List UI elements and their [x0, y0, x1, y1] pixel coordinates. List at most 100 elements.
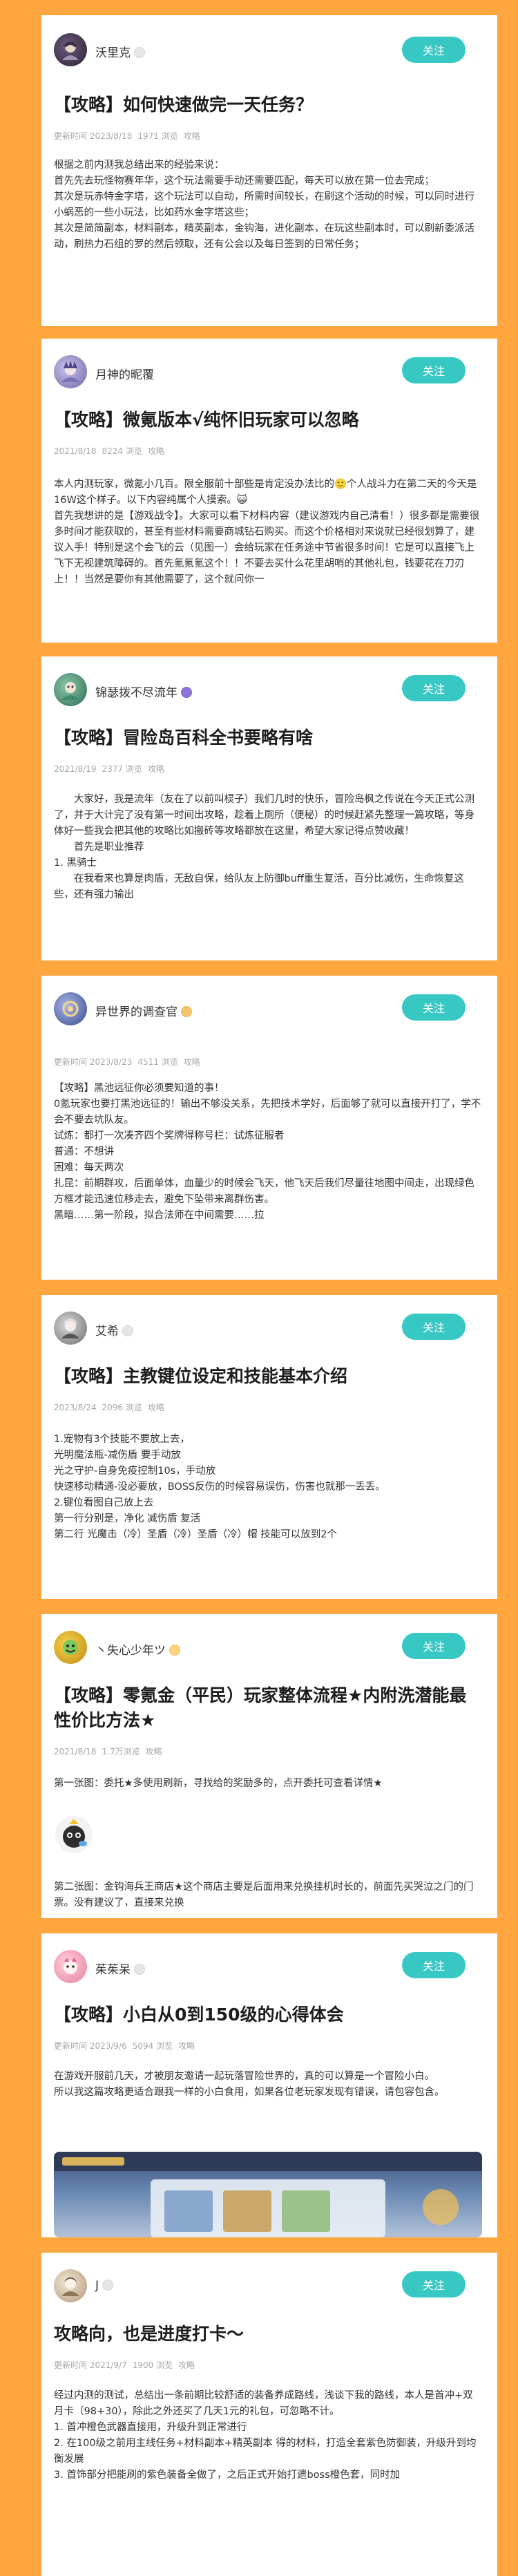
view-count: 1.7万浏览 [102, 1747, 140, 1756]
follow-button[interactable]: 关注 [402, 1633, 466, 1659]
avatar[interactable] [54, 1950, 87, 1983]
level-badge-icon [181, 687, 192, 698]
post-image[interactable] [54, 2152, 482, 2237]
post-excerpt[interactable]: 大家好，我是流年（友在了以前叫棂子）我们几时的快乐，冒险岛枫之传说在今天正式公测… [54, 792, 482, 955]
character-avatar-icon [61, 361, 79, 382]
excerpt-paragraph: 0氪玩家也要打黑池远征的！输出不够没关系，先把技术学好，后面够了就可以直接开打了… [54, 1099, 481, 1126]
level-badge-icon [134, 47, 145, 58]
author-name[interactable]: 锦瑟拨不尽流年 [95, 683, 192, 700]
excerpt-paragraph: 试炼：都打一次凑齐四个奖牌得称号栏：试炼征服者 [54, 1130, 285, 1142]
post-excerpt[interactable]: 根据之前内测我总结出来的经验来说： 首先先去玩怪物赛年华，这个玩法需要手动还需要… [54, 158, 482, 321]
post-tag: 攻略 [178, 2360, 195, 2370]
author-name[interactable]: 月神的昵覆 [95, 365, 154, 382]
post-card[interactable]: 异世界的调查官 关注 更新时间 2023/8/23 4511 浏览 攻略 【攻略】黑… [41, 976, 497, 1280]
emoji-sticker-icon [55, 1816, 93, 1853]
excerpt-paragraph: 光之守护-自身免疫控制10s，手动放 [54, 1466, 216, 1477]
post-card[interactable]: 茱茱呆 关注 【攻略】小白从0到150级的心得体会 更新时间 2023/9/6 5… [41, 1933, 497, 2237]
post-card[interactable]: 丶失心少年ツ 关注 【攻略】零氪金（平民）玩家整体流程★内附洗潜能最性价比方法★… [41, 1614, 497, 1918]
character-avatar-icon [62, 1001, 79, 1017]
character-avatar-icon [63, 1640, 78, 1655]
excerpt-paragraph: 本人内测玩家，微氪小几百。限全服前十部些是肯定没办法比的🙂个人战斗力在第二天的今… [54, 479, 477, 506]
author-name[interactable]: 茱茱呆 [95, 1960, 145, 1977]
view-count: 1971 浏览 [137, 131, 178, 141]
author-name[interactable]: 丶失心少年ツ [95, 1640, 180, 1658]
post-meta: 更新时间 2023/9/6 5094 浏览 攻略 [54, 2040, 200, 2052]
excerpt-paragraph: 大家好，我是流年（友在了以前叫棂子）我们几时的快乐，冒险岛枫之传说在今天正式公测… [54, 794, 474, 837]
post-title[interactable]: 攻略向，也是进度打卡～ [54, 2322, 482, 2347]
follow-button[interactable]: 关注 [402, 1314, 466, 1340]
post-title[interactable]: 【攻略】主教键位设定和技能基本介绍 [54, 1364, 482, 1389]
view-count: 8224 浏览 [102, 446, 142, 456]
excerpt-paragraph: 第一行分别是，净化 减伤盾 复活 [54, 1513, 201, 1524]
excerpt-paragraph: 首先是职业推荐 [74, 842, 144, 853]
post-card[interactable]: 月神的昵覆 关注 【攻略】微氪版本√纯怀旧玩家可以忽略 2021/8/18 822… [41, 339, 497, 643]
post-title[interactable]: 【攻略】小白从0到150级的心得体会 [54, 2002, 482, 2027]
post-tag: 攻略 [183, 131, 200, 141]
post-tag: 攻略 [147, 764, 164, 774]
follow-button[interactable]: 关注 [402, 675, 466, 701]
post-excerpt[interactable]: 在游戏开服前几天，才被朋友邀请一起玩落冒险世界的，真的可以算是一个冒险小白。 所… [54, 2069, 482, 2146]
character-avatar-icon [61, 1318, 79, 1338]
post-excerpt[interactable]: 第一张图：委托★多使用刷新，寻找给的奖励多的，点开委托可查看详情★ [54, 1776, 482, 1808]
follow-button[interactable]: 关注 [402, 1952, 466, 1978]
post-card[interactable]: 艾希 关注 【攻略】主教键位设定和技能基本介绍 2023/8/24 2096 浏览… [41, 1295, 497, 1599]
post-excerpt[interactable]: 本人内测玩家，微氪小几百。限全服前十部些是肯定没办法比的🙂个人战斗力在第二天的今… [54, 477, 482, 636]
excerpt-paragraph: 黑暗……第一阶段，拟合法师在中间需要……拉 [54, 1210, 265, 1221]
post-excerpt[interactable]: 经过内测的测试，总结出一条前期比较舒适的装备养成路线，浅谈下我的路线，本人是首冲… [54, 2388, 482, 2572]
post-card[interactable]: J 关注 攻略向，也是进度打卡～ 更新时间 2021/9/7 1900 浏览 攻略 … [41, 2253, 497, 2576]
post-excerpt[interactable]: 1.宠物有3个技能不要放上去， 光明魔法瓶-减伤盾 要手动放 光之守护-自身免疫… [54, 1432, 482, 1593]
excerpt-paragraph: 第一张图：委托★多使用刷新，寻找给的奖励多的，点开委托可查看详情★ [54, 1778, 383, 1789]
post-title[interactable]: 【攻略】如何快速做完一天任务？ [54, 93, 482, 117]
excerpt-paragraph: 1. 黑骑士 [54, 858, 97, 869]
post-meta: 2023/8/24 2096 浏览 攻略 [54, 1401, 170, 1413]
author-name[interactable]: 异世界的调查官 [95, 1002, 192, 1019]
avatar[interactable] [54, 1311, 87, 1345]
excerpt-paragraph: 快速移动精通-没必要放，BOSS反伤的时候容易误伤，伤害也就那一丢丢。 [54, 1481, 385, 1493]
post-title[interactable]: 【攻略】冒险岛百科全书要略有啥 [54, 726, 482, 750]
post-meta: 2021/8/18 8224 浏览 攻略 [54, 445, 170, 457]
follow-button[interactable]: 关注 [402, 994, 466, 1021]
avatar[interactable] [54, 33, 87, 66]
update-time: 更新时间 2023/8/18 [54, 131, 133, 141]
post-excerpt-continued[interactable]: 第二张图：金钩海兵王商店★这个商店主要是后面用来兑换挂机时长的，前面先买哭泣之门… [54, 1879, 482, 1913]
avatar[interactable] [54, 673, 87, 706]
update-time: 2021/8/18 [54, 446, 97, 456]
post-card[interactable]: 沃里克 关注 【攻略】如何快速做完一天任务？ 更新时间 2023/8/18 197… [41, 15, 497, 326]
excerpt-paragraph: 第二张图：金钩海兵王商店★这个商店主要是后面用来兑换挂机时长的，前面先买哭泣之门… [54, 1882, 474, 1909]
view-count: 2377 浏览 [102, 764, 142, 774]
character-avatar-icon [62, 41, 79, 60]
excerpt-paragraph: 光明魔法瓶-减伤盾 要手动放 [54, 1450, 181, 1461]
excerpt-paragraph: 扎昆：前期群攻，后面单体，血量少的时候会飞天，他飞天后我们尽量往地图中间走，出现… [54, 1178, 474, 1205]
level-badge-icon [181, 1006, 192, 1017]
excerpt-paragraph: 首先先去玩怪物赛年华，这个玩法需要手动还需要匹配，每天可以放在第一位去完成； [54, 176, 434, 187]
avatar[interactable] [54, 2269, 87, 2302]
excerpt-paragraph: 普通：不想讲 [54, 1146, 114, 1157]
update-time: 2021/8/19 [54, 764, 97, 774]
author-name[interactable]: 艾希 [95, 1321, 133, 1338]
post-title[interactable]: 【攻略】微氪版本√纯怀旧玩家可以忽略 [54, 408, 482, 433]
view-count: 2096 浏览 [102, 1403, 142, 1412]
avatar[interactable] [54, 355, 87, 388]
excerpt-paragraph: 在我看来也算是肉盾，无敌自保，给队友上防御buff重生复活，百分比减伤，生命恢复… [54, 873, 464, 900]
post-card[interactable]: 锦瑟拨不尽流年 关注 【攻略】冒险岛百科全书要略有啥 2021/8/19 2377… [41, 656, 497, 960]
post-excerpt[interactable]: 【攻略】黑池远征你必须要知道的事！ 0氪玩家也要打黑池远征的！输出不够没关系，先… [54, 1081, 482, 1274]
follow-button[interactable]: 关注 [402, 37, 466, 63]
post-meta: 更新时间 2023/8/18 1971 浏览 攻略 [54, 130, 206, 142]
follow-button[interactable]: 关注 [402, 2271, 466, 2298]
excerpt-paragraph: 第二行 光魔击（冷）圣盾（冷）圣盾（冷）帽 技能可以放到2个 [54, 1529, 337, 1540]
author-name[interactable]: 沃里克 [95, 43, 145, 60]
update-time: 更新时间 2023/9/6 [54, 2041, 127, 2051]
level-badge-icon [122, 1325, 133, 1336]
avatar[interactable] [54, 1631, 87, 1664]
post-tag: 攻略 [147, 1403, 164, 1412]
author-name[interactable]: J [95, 2279, 114, 2293]
update-time: 2021/8/18 [54, 1747, 97, 1756]
follow-button[interactable]: 关注 [402, 357, 466, 383]
post-title[interactable]: 【攻略】零氪金（平民）玩家整体流程★内附洗潜能最性价比方法★ [54, 1683, 482, 1733]
excerpt-paragraph: 1.宠物有3个技能不要放上去， [54, 1434, 191, 1445]
avatar[interactable] [54, 992, 87, 1025]
post-tag: 攻略 [183, 1057, 200, 1067]
post-meta: 2021/8/19 2377 浏览 攻略 [54, 763, 170, 775]
excerpt-paragraph: 3. 首饰部分把能刷的紫色装备全做了，之后正式开始打遗boss橙色套，同时加 [54, 2470, 401, 2481]
post-tag: 攻略 [178, 2041, 195, 2051]
